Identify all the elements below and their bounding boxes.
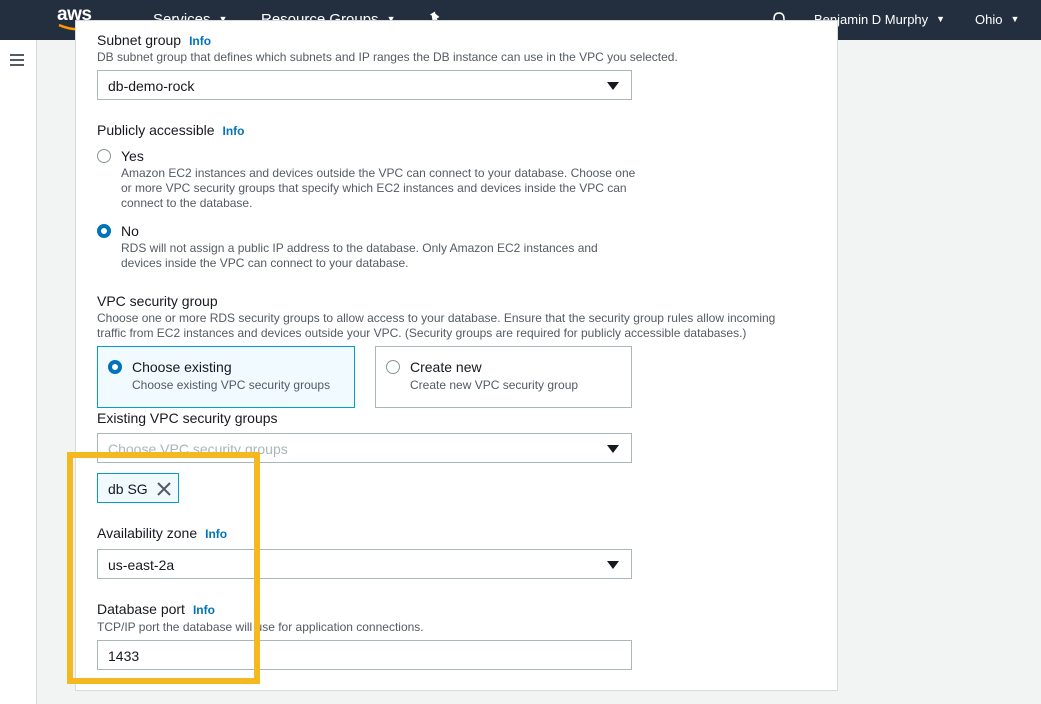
public-yes-description: Amazon EC2 instances and devices outside…	[121, 166, 636, 210]
public-no-radio[interactable]	[97, 224, 111, 238]
existing-groups-label: Existing VPC security groups	[97, 410, 278, 426]
public-yes-label[interactable]: Yes	[121, 148, 144, 164]
database-port-value: 1433	[108, 648, 140, 664]
public-no-label[interactable]: No	[121, 223, 139, 239]
vpc-security-group-label: VPC security group	[97, 293, 218, 309]
security-group-token[interactable]: db SG	[97, 473, 179, 503]
subnet-group-description: DB subnet group that defines which subne…	[97, 50, 678, 64]
subnet-group-title: Subnet group	[97, 32, 182, 48]
left-rail	[0, 40, 37, 704]
availability-zone-value: us-east-2a	[108, 557, 175, 573]
vpc-security-group-description: Choose one or more RDS security groups t…	[97, 311, 776, 340]
existing-groups-select[interactable]: Choose VPC security groups	[97, 433, 632, 463]
database-port-label: Database port Info	[97, 601, 215, 617]
choose-existing-title: Choose existing	[132, 359, 232, 375]
subnet-group-value: db-demo-rock	[108, 78, 195, 94]
database-port-input[interactable]: 1433	[97, 640, 632, 670]
availability-zone-info-link[interactable]: Info	[205, 527, 227, 541]
security-group-token-label: db SG	[108, 481, 148, 497]
chevron-down-icon: ▼	[1010, 14, 1020, 24]
subnet-group-select[interactable]: db-demo-rock	[97, 70, 632, 100]
choose-existing-radio[interactable]	[108, 360, 122, 374]
public-access-label: Publicly accessible Info	[97, 122, 245, 138]
region-menu[interactable]: Ohio ▼	[975, 12, 1019, 27]
hamburger-menu-icon[interactable]	[10, 54, 24, 66]
caret-down-icon	[607, 445, 619, 453]
create-new-radio[interactable]	[386, 360, 400, 374]
public-access-info-link[interactable]: Info	[223, 124, 245, 138]
database-port-description: TCP/IP port the database will use for ap…	[97, 620, 424, 634]
choose-existing-description: Choose existing VPC security groups	[132, 378, 331, 392]
public-no-description: RDS will not assign a public IP address …	[121, 241, 598, 270]
create-new-title: Create new	[410, 359, 482, 375]
availability-zone-title: Availability zone	[97, 525, 198, 541]
caret-down-icon	[607, 82, 619, 90]
choose-existing-tile[interactable]: Choose existing Choose existing VPC secu…	[97, 346, 355, 408]
create-new-description: Create new VPC security group	[410, 378, 579, 392]
region-label: Ohio	[975, 12, 1003, 27]
chevron-down-icon: ▼	[936, 14, 946, 24]
subnet-group-info-link[interactable]: Info	[189, 34, 211, 48]
subnet-group-label: Subnet group Info	[97, 32, 211, 48]
database-port-info-link[interactable]: Info	[193, 603, 215, 617]
public-yes-radio[interactable]	[97, 149, 111, 163]
availability-zone-select[interactable]: us-east-2a	[97, 549, 632, 579]
public-access-title: Publicly accessible	[97, 122, 215, 138]
close-icon[interactable]	[156, 481, 172, 497]
caret-down-icon	[607, 561, 619, 569]
create-new-tile[interactable]: Create new Create new VPC security group	[375, 346, 632, 408]
availability-zone-label: Availability zone Info	[97, 525, 227, 541]
database-port-title: Database port	[97, 601, 185, 617]
existing-groups-placeholder: Choose VPC security groups	[108, 441, 288, 457]
